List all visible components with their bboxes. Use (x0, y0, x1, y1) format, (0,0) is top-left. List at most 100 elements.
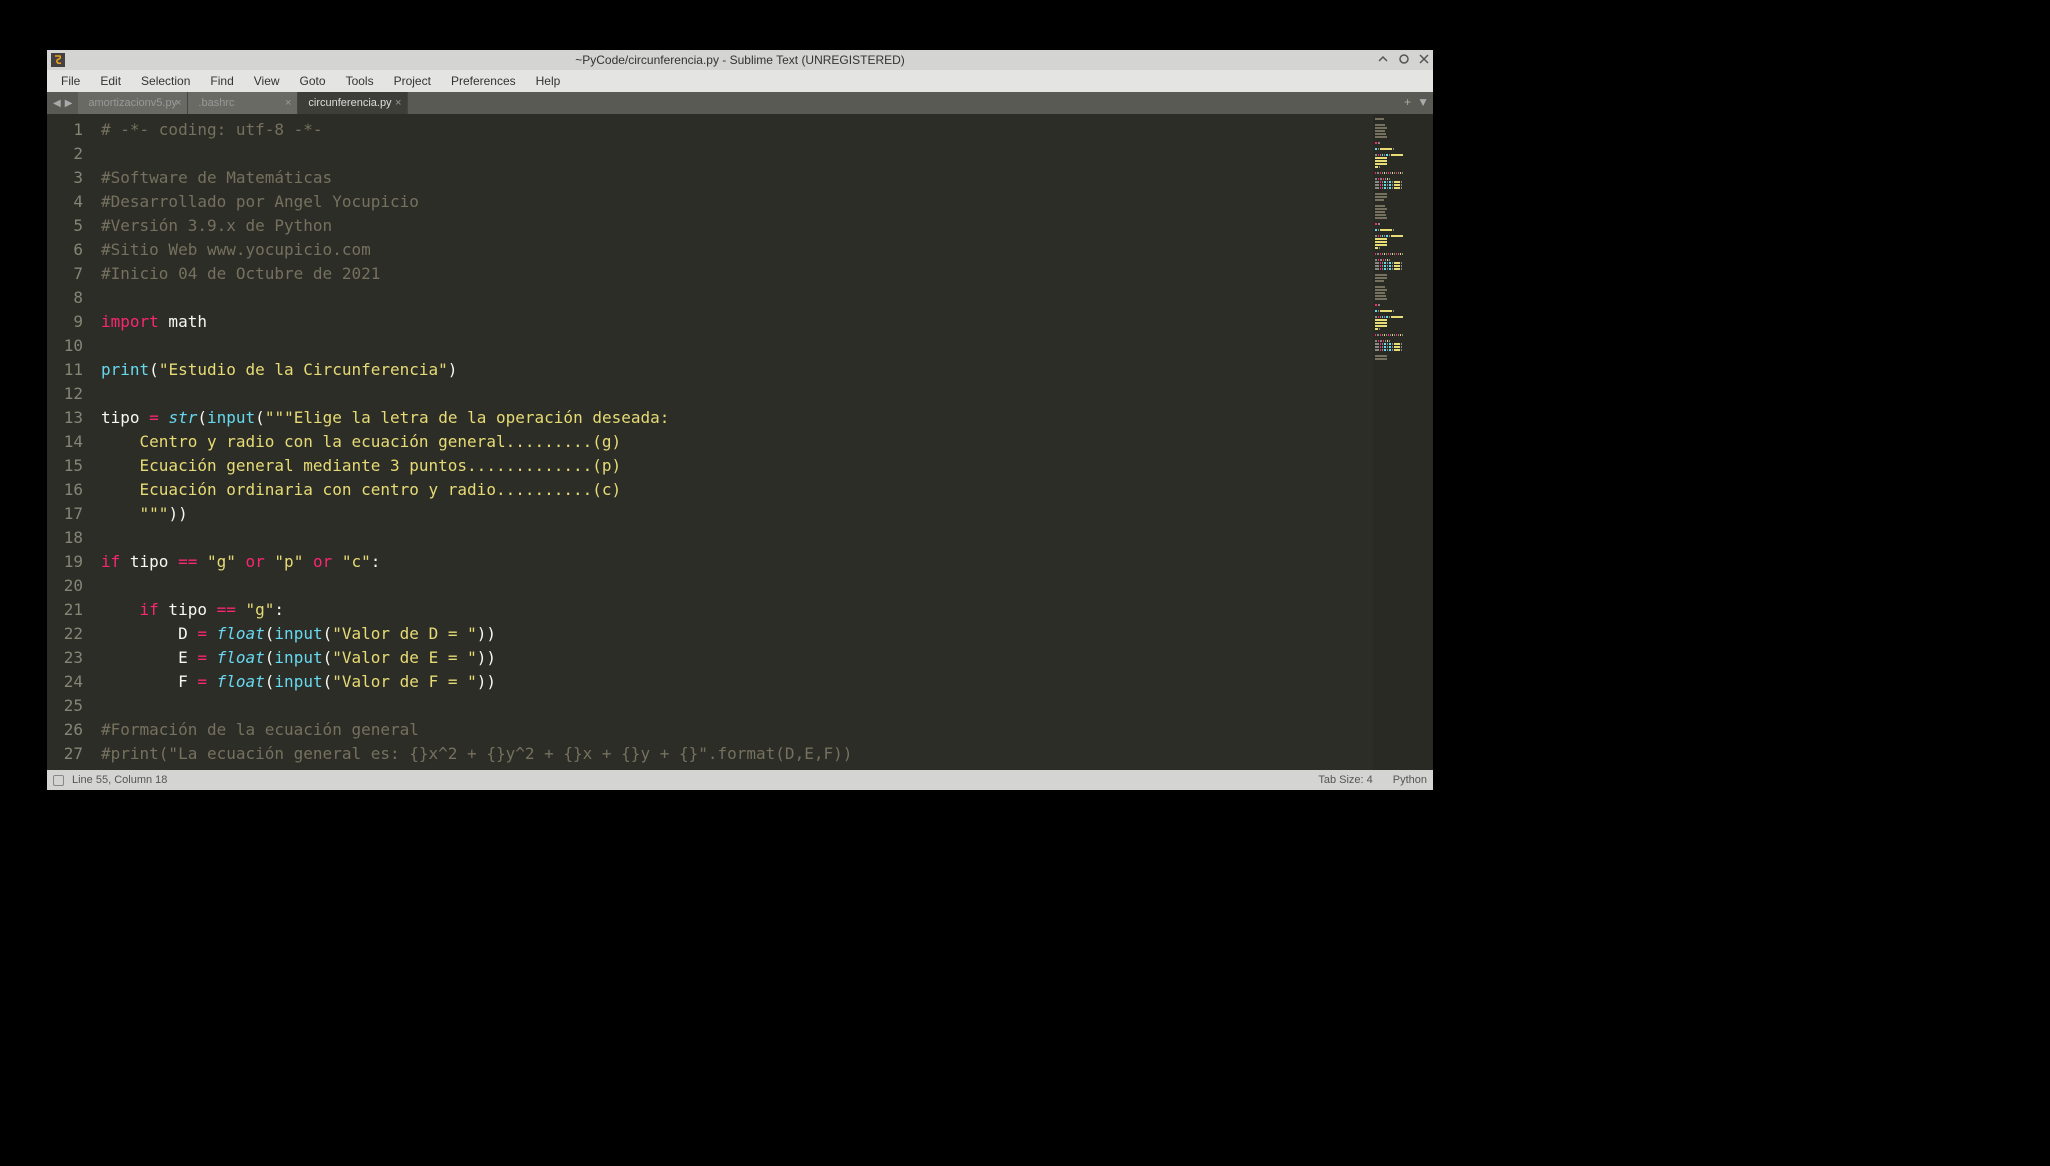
minimap-line (1375, 325, 1431, 327)
minimap-line (1375, 292, 1431, 294)
code-line[interactable]: Ecuación ordinaria con centro y radio...… (101, 478, 1365, 502)
minimap-line (1375, 283, 1431, 285)
minimap-line (1375, 262, 1431, 264)
code-line[interactable] (101, 574, 1365, 598)
minimap[interactable] (1373, 114, 1433, 770)
tab-circunferencia-py[interactable]: circunferencia.py× (298, 92, 408, 114)
minimap-line (1375, 322, 1431, 324)
line-number: 9 (51, 310, 83, 334)
menu-help[interactable]: Help (526, 71, 571, 91)
code-line[interactable]: """)) (101, 502, 1365, 526)
menu-find[interactable]: Find (200, 71, 243, 91)
code-line[interactable]: tipo = str(input("""Elige la letra de la… (101, 406, 1365, 430)
minimap-line (1375, 358, 1431, 360)
status-syntax[interactable]: Python (1393, 774, 1427, 786)
tab-next-icon[interactable]: ▶ (63, 98, 75, 109)
menu-file[interactable]: File (51, 71, 90, 91)
code-line[interactable]: #Software de Matemáticas (101, 166, 1365, 190)
close-button[interactable] (1419, 53, 1429, 67)
minimize-button[interactable] (1377, 53, 1389, 68)
code-editor[interactable]: # -*- coding: utf-8 -*- #Software de Mat… (93, 114, 1373, 770)
code-line[interactable]: if tipo == "g": (101, 598, 1365, 622)
code-line[interactable] (101, 526, 1365, 550)
minimap-line (1375, 223, 1431, 225)
tab-amortizacionv5-py[interactable]: amortizacionv5.py× (78, 92, 188, 114)
code-line[interactable]: #Inicio 04 de Octubre de 2021 (101, 262, 1365, 286)
code-line[interactable]: E = float(input("Valor de E = ")) (101, 646, 1365, 670)
minimap-line (1375, 130, 1431, 132)
new-tab-icon[interactable]: + (1404, 95, 1411, 109)
menu-tools[interactable]: Tools (336, 71, 384, 91)
line-number: 20 (51, 574, 83, 598)
minimap-line (1375, 280, 1431, 282)
minimap-line (1375, 154, 1431, 156)
minimap-line (1375, 331, 1431, 333)
code-line[interactable] (101, 382, 1365, 406)
code-line[interactable]: Centro y radio con la ecuación general..… (101, 430, 1365, 454)
code-line[interactable] (101, 334, 1365, 358)
minimap-line (1375, 313, 1431, 315)
code-line[interactable]: F = float(input("Valor de F = ")) (101, 670, 1365, 694)
editor-area: 1234567891011121314151617181920212223242… (47, 114, 1433, 770)
code-line[interactable] (101, 694, 1365, 718)
line-number: 10 (51, 334, 83, 358)
tab--bashrc[interactable]: .bashrc × (188, 92, 298, 114)
code-line[interactable]: if tipo == "g" or "p" or "c": (101, 550, 1365, 574)
code-line[interactable]: #Sitio Web www.yocupicio.com (101, 238, 1365, 262)
tab-close-icon[interactable]: × (395, 97, 401, 109)
line-number: 4 (51, 190, 83, 214)
tab-nav: ◀ ▶ (47, 92, 78, 114)
minimap-line (1375, 175, 1431, 177)
code-line[interactable]: #print("La ecuación general es: {}x^2 + … (101, 742, 1365, 766)
line-number: 19 (51, 550, 83, 574)
minimap-line (1375, 277, 1431, 279)
code-line[interactable]: # -*- coding: utf-8 -*- (101, 118, 1365, 142)
menu-selection[interactable]: Selection (131, 71, 200, 91)
line-gutter: 1234567891011121314151617181920212223242… (47, 114, 93, 770)
tab-close-icon[interactable]: × (285, 97, 291, 109)
maximize-button[interactable] (1399, 53, 1409, 67)
line-number: 25 (51, 694, 83, 718)
minimap-line (1375, 319, 1431, 321)
minimap-line (1375, 298, 1431, 300)
line-number: 23 (51, 646, 83, 670)
line-number: 3 (51, 166, 83, 190)
minimap-line (1375, 244, 1431, 246)
tab-prev-icon[interactable]: ◀ (51, 98, 63, 109)
tab-menu-icon[interactable]: ▼ (1417, 95, 1429, 109)
menu-view[interactable]: View (244, 71, 290, 91)
menu-project[interactable]: Project (384, 71, 441, 91)
minimap-line (1375, 220, 1431, 222)
code-line[interactable]: #Versión 3.9.x de Python (101, 214, 1365, 238)
code-line[interactable]: print("Estudio de la Circunferencia") (101, 358, 1365, 382)
tab-close-icon[interactable]: × (175, 97, 181, 109)
minimap-line (1375, 265, 1431, 267)
tab-label: .bashrc (198, 97, 234, 109)
menu-goto[interactable]: Goto (290, 71, 336, 91)
status-position[interactable]: Line 55, Column 18 (72, 774, 167, 786)
minimap-line (1375, 343, 1431, 345)
code-line[interactable]: Ecuación general mediante 3 puntos......… (101, 454, 1365, 478)
line-number: 7 (51, 262, 83, 286)
line-number: 26 (51, 718, 83, 742)
minimap-line (1375, 163, 1431, 165)
minimap-line (1375, 271, 1431, 273)
minimap-line (1375, 250, 1431, 252)
code-line[interactable]: import math (101, 310, 1365, 334)
minimap-line (1375, 139, 1431, 141)
menu-preferences[interactable]: Preferences (441, 71, 526, 91)
code-line[interactable]: #Desarrollado por Angel Yocupicio (101, 190, 1365, 214)
code-line[interactable] (101, 142, 1365, 166)
code-line[interactable] (101, 286, 1365, 310)
minimap-line (1375, 178, 1431, 180)
minimap-line (1375, 346, 1431, 348)
code-line[interactable]: #Formación de la ecuación general (101, 718, 1365, 742)
minimap-line (1375, 169, 1431, 171)
status-tab-size[interactable]: Tab Size: 4 (1318, 774, 1372, 786)
menu-edit[interactable]: Edit (90, 71, 131, 91)
panel-toggle-icon[interactable] (53, 775, 64, 786)
line-number: 18 (51, 526, 83, 550)
minimap-line (1375, 133, 1431, 135)
minimap-line (1375, 289, 1431, 291)
code-line[interactable]: D = float(input("Valor de D = ")) (101, 622, 1365, 646)
